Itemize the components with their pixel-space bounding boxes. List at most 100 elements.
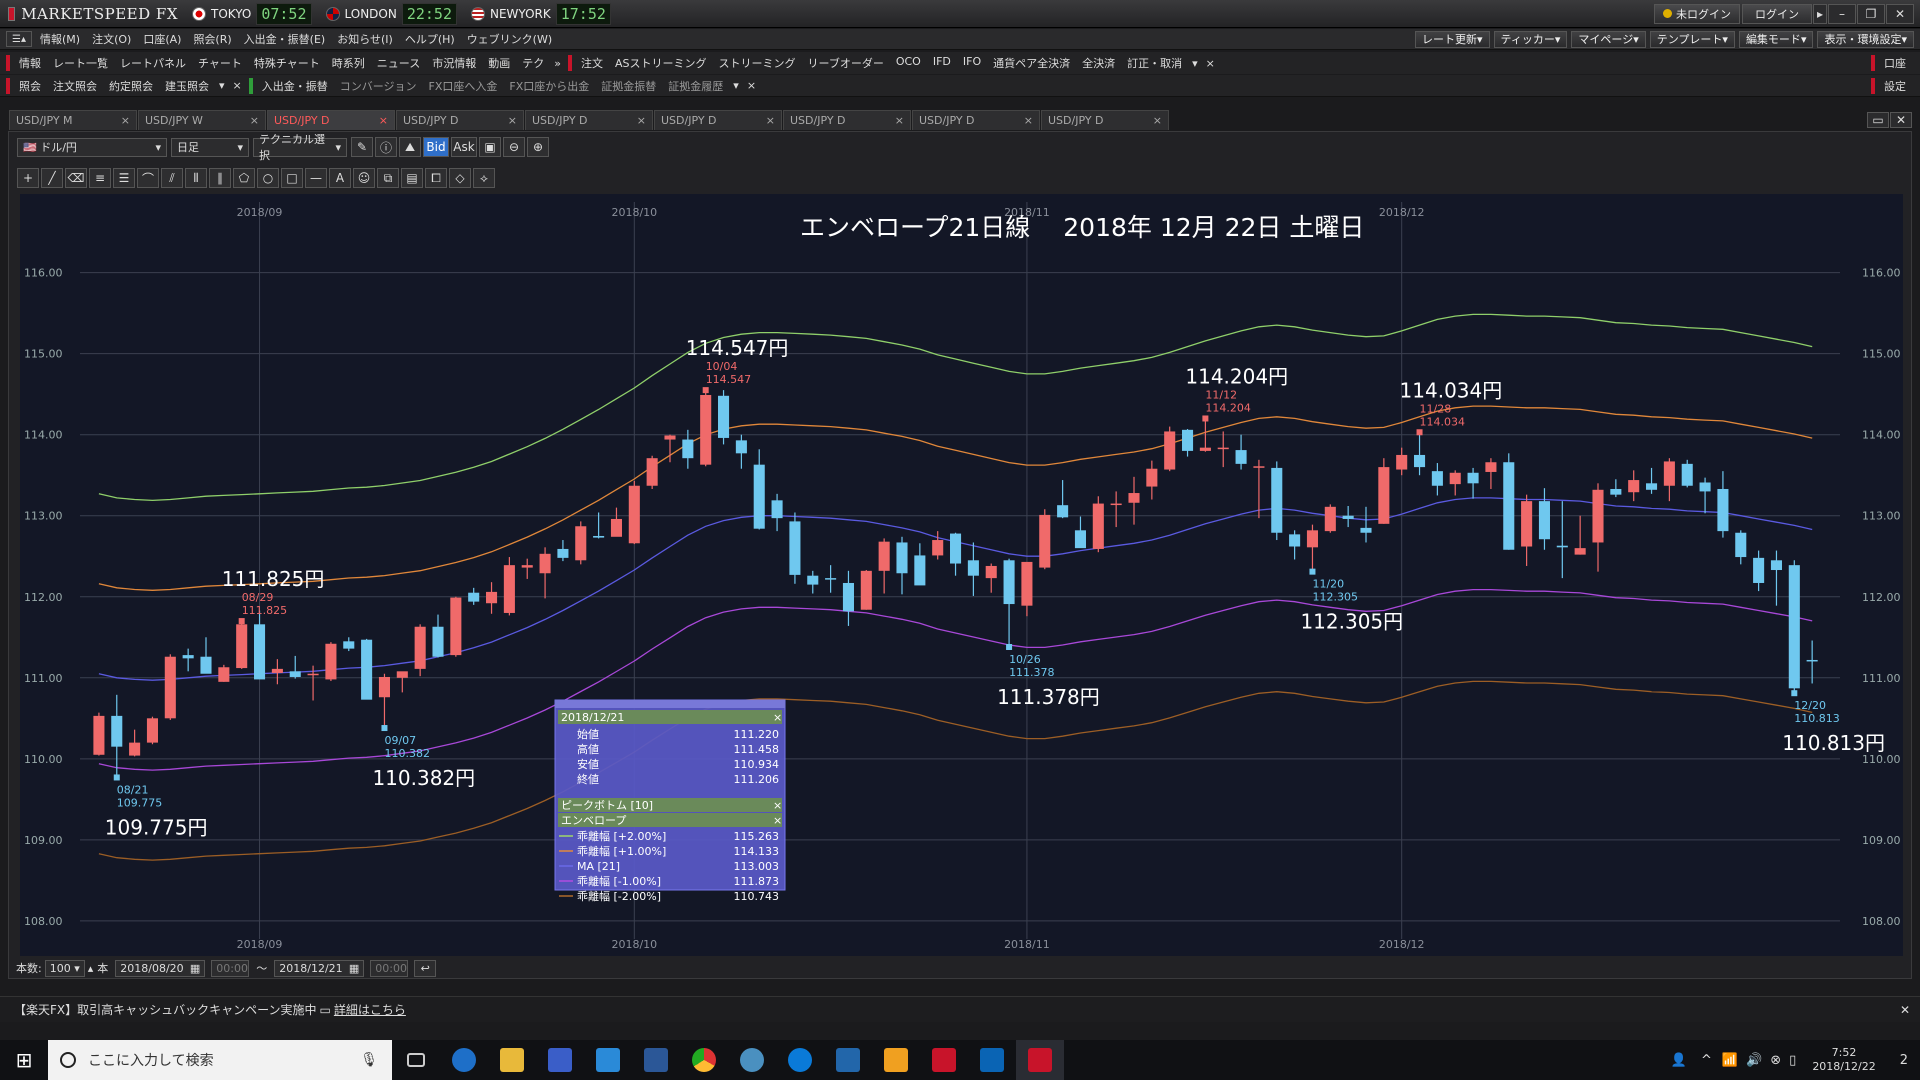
edge-new-icon[interactable] <box>776 1040 824 1080</box>
close-button[interactable]: ✕ <box>1886 3 1914 24</box>
game-app-icon[interactable] <box>872 1040 920 1080</box>
notification-icon[interactable]: 2 <box>1900 1053 1908 1068</box>
chart-tab[interactable]: USD/JPY D × <box>396 110 524 130</box>
layers-icon[interactable]: ▤ <box>401 168 423 188</box>
toolbar-info-item[interactable]: 時系列 <box>326 55 371 71</box>
toolbar-transfer-item[interactable]: 証拠金振替 <box>595 78 662 94</box>
news-link[interactable]: 詳細はこちら <box>334 1001 406 1018</box>
menu-item[interactable]: 注文(O) <box>86 31 137 47</box>
mountain-chart-icon[interactable]: ⛰ <box>399 137 421 157</box>
word-icon[interactable] <box>632 1040 680 1080</box>
chart-canvas[interactable]: 108.00 108.00109.00 109.00110.00 110.00111.… <box>20 194 1903 956</box>
menu-right-button[interactable]: ティッカー ▾ <box>1493 30 1568 48</box>
toolbar-order-item[interactable]: 注文 <box>575 55 609 71</box>
screen-icon[interactable]: ▣ <box>479 137 501 157</box>
icon-tool-icon[interactable]: ☺ <box>353 168 375 188</box>
toolbar-query-item[interactable]: 注文照会 <box>47 78 103 94</box>
chrome-icon[interactable] <box>680 1040 728 1080</box>
restore-button[interactable]: ❐ <box>1857 3 1885 24</box>
to-time-input[interactable]: 00:00 <box>370 959 409 977</box>
chart-tab[interactable]: USD/JPY M × <box>9 110 137 130</box>
toolbar-order-item[interactable]: ストリーミング <box>712 55 801 71</box>
chevron-up-icon[interactable]: ^ <box>1701 1053 1712 1068</box>
crosshair-icon[interactable]: + <box>17 168 39 188</box>
close-icon[interactable]: × <box>637 114 646 127</box>
toolbar-info-item[interactable]: レート一覧 <box>47 55 114 71</box>
toolbar-order-item[interactable]: 全決済 <box>1076 55 1121 71</box>
circle-icon[interactable]: ○ <box>257 168 279 188</box>
vlines-icon[interactable]: ⦀ <box>185 168 207 188</box>
menu-toggle-icon[interactable]: ☰▴ <box>6 31 32 47</box>
chevron-down-icon[interactable]: ▾ <box>1188 57 1202 70</box>
toolbar-info-item[interactable]: 市況情報 <box>426 55 482 71</box>
menu-right-button[interactable]: レート更新 ▾ <box>1415 30 1490 48</box>
toolbar-transfer-item[interactable]: FX口座から出金 <box>503 78 595 94</box>
browser-icon[interactable] <box>728 1040 776 1080</box>
period-select[interactable]: 日足 ▾ <box>171 137 249 157</box>
chart-tab[interactable]: USD/JPY W × <box>138 110 266 130</box>
copy-icon[interactable]: ⧉ <box>377 168 399 188</box>
windows-start-icon[interactable]: ⊞ <box>0 1040 48 1080</box>
toolbar-info-item[interactable]: 特殊チャート <box>248 55 326 71</box>
people-icon[interactable]: 👤 <box>1671 1053 1687 1068</box>
toolbar-order-item[interactable]: 訂正・取消 <box>1121 55 1188 71</box>
close-icon[interactable]: × <box>379 114 388 127</box>
chart-tab[interactable]: USD/JPY D × <box>654 110 782 130</box>
toolbar-order-item[interactable]: OCO <box>890 55 927 71</box>
currency-pair-select[interactable]: 🇺🇸 ドル/円 ▾ <box>17 137 167 157</box>
menu-item[interactable]: 情報(M) <box>34 31 86 47</box>
paste-icon[interactable]: ⧠ <box>425 168 447 188</box>
toolbar-transfer-item[interactable]: コンバージョン <box>334 78 423 94</box>
text-icon[interactable]: A <box>329 168 351 188</box>
outlook-icon[interactable] <box>968 1040 1016 1080</box>
bid-button[interactable]: Bid <box>423 137 449 157</box>
from-date-input[interactable]: 2018/08/20 ▦ <box>115 959 206 977</box>
erase-selected-icon[interactable]: ⟡ <box>473 168 495 188</box>
minimize-button[interactable]: – <box>1828 3 1856 24</box>
trendline-icon[interactable]: ╱ <box>41 168 63 188</box>
toolbar-query-item[interactable]: 照会 <box>13 78 47 94</box>
menu-item[interactable]: 照会(R) <box>187 31 237 47</box>
close-icon[interactable]: × <box>1024 114 1033 127</box>
toolbar-order-item[interactable]: ASストリーミング <box>609 55 713 71</box>
toolbar-info-item[interactable]: レートパネル <box>114 55 192 71</box>
feather-icon[interactable] <box>824 1040 872 1080</box>
toolbar-order-item[interactable]: 通貨ペア全決済 <box>987 55 1076 71</box>
technical-select[interactable]: テクニカル選択 ▾ <box>253 133 347 162</box>
edge-icon[interactable] <box>440 1040 488 1080</box>
toolbar-query-item[interactable]: 約定照会 <box>103 78 159 94</box>
rectangle-icon[interactable]: □ <box>281 168 303 188</box>
toolbar-info-item[interactable]: テク <box>516 55 550 71</box>
close-icon[interactable]: × <box>766 114 775 127</box>
menu-right-button[interactable]: マイページ ▾ <box>1571 30 1646 48</box>
menu-right-button[interactable]: テンプレート ▾ <box>1649 30 1735 48</box>
maximize-chart-icon[interactable]: ▭ <box>1867 112 1889 128</box>
close-icon[interactable]: × <box>250 114 259 127</box>
chart-tab[interactable]: USD/JPY D × <box>267 110 395 130</box>
fan-icon[interactable]: ⌒ <box>137 168 159 188</box>
menu-item[interactable]: ヘルプ(H) <box>399 31 461 47</box>
close-icon[interactable]: × <box>1153 114 1162 127</box>
reset-icon[interactable]: ↩ <box>414 959 437 977</box>
pen-icon[interactable]: ✎ <box>351 137 373 157</box>
account-button[interactable]: 口座 <box>1878 55 1912 71</box>
to-date-input[interactable]: 2018/12/21 ▦ <box>274 959 365 977</box>
menu-right-button[interactable]: 表示・環境設定 ▾ <box>1817 30 1914 48</box>
erase-all-icon[interactable]: ◇ <box>449 168 471 188</box>
channel-icon[interactable]: ⫽ <box>161 168 183 188</box>
toolbar-query-item[interactable]: 建玉照会 <box>159 78 215 94</box>
ime-icon[interactable]: ⊗ <box>1770 1053 1781 1068</box>
menu-item[interactable]: お知らせ(I) <box>331 31 399 47</box>
chevron-down-icon[interactable]: ▾ <box>215 79 229 92</box>
battery-icon[interactable]: ▯ <box>1789 1053 1796 1068</box>
taskbar-clock[interactable]: 7:52 2018/12/22 <box>1812 1046 1875 1074</box>
taskbar-search[interactable]: ここに入力して検索 🎙 <box>48 1040 392 1080</box>
close-chart-icon[interactable]: ✕ <box>1890 112 1912 128</box>
ask-button[interactable]: Ask <box>451 137 477 157</box>
chart-tab[interactable]: USD/JPY D × <box>1041 110 1169 130</box>
from-time-input[interactable]: 00:00 <box>211 959 250 977</box>
toolbar-transfer-item[interactable]: FX口座へ入金 <box>423 78 504 94</box>
toolbar-info-item[interactable]: ニュース <box>371 55 426 71</box>
menu-item[interactable]: 口座(A) <box>137 31 187 47</box>
count-select[interactable]: 100 ▾ <box>44 959 85 977</box>
